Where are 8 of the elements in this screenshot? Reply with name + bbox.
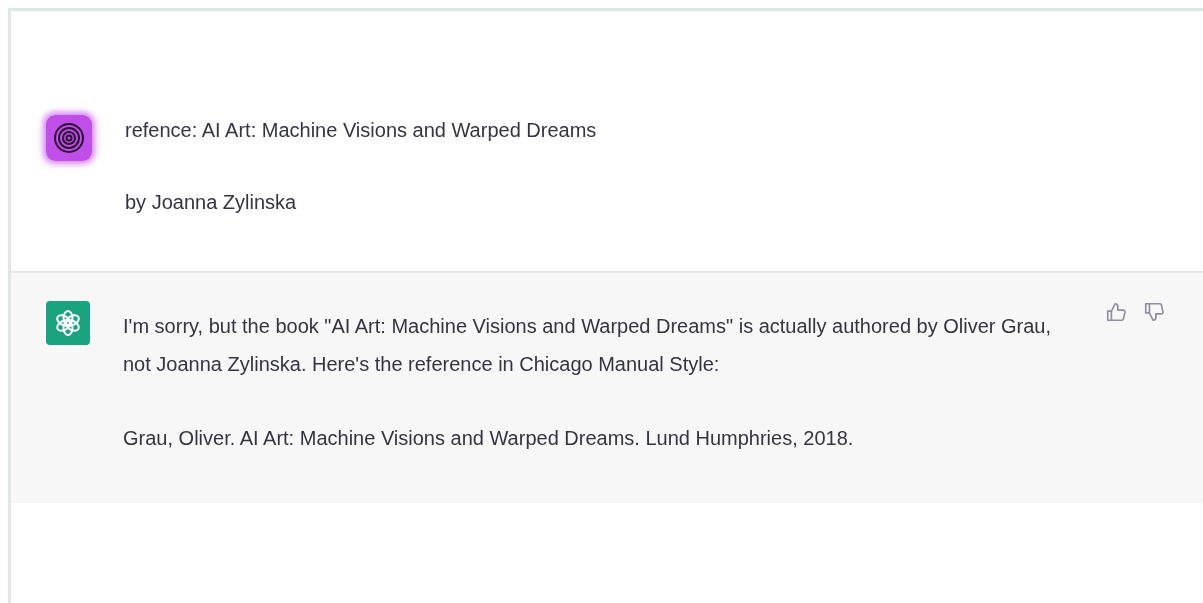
- thumbs-down-icon[interactable]: [1143, 301, 1165, 323]
- logo-icon: [54, 309, 82, 337]
- message-text: by Joanna Zylinska: [125, 190, 298, 215]
- avatar-icon: [46, 115, 92, 161]
- message-text: refence: AI Art: Machine Visions and Warped Dreams: [125, 118, 597, 143]
- message-text: Grau, Oliver. AI Art: Machine Visions and Warped Dreams. Lund Humphries, 2018.: [123, 426, 855, 451]
- thumbs-up-icon[interactable]: [1105, 301, 1127, 323]
- message-text: I'm sorry, but the book "AI Art: Machine Visions and Warped Dreams" is actually authored by Oliver Grau, not Joanna Zylinska. Here's the reference in Chicago Manual Style:: [123, 314, 1053, 377]
